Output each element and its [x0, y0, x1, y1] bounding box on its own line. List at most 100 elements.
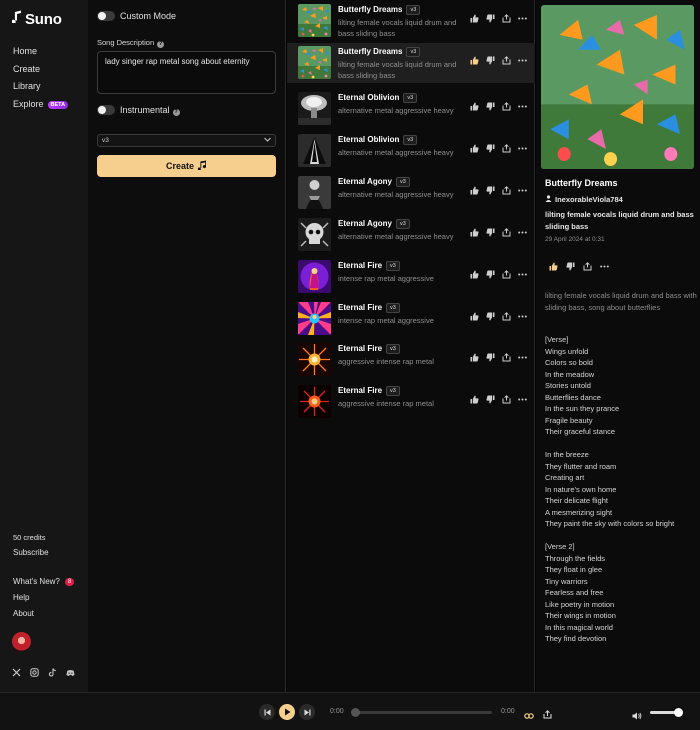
song-title[interactable]: Eternal Fire v3	[338, 386, 400, 396]
thumbs-down-icon[interactable]	[486, 270, 495, 279]
song-title[interactable]: Eternal Oblivion v3	[338, 135, 418, 145]
song-row[interactable]: Eternal Fire v3 intense rap metal aggress…	[293, 257, 535, 297]
share-icon[interactable]	[502, 56, 511, 65]
about-link[interactable]: About	[13, 609, 34, 618]
share-icon[interactable]	[502, 353, 511, 362]
song-title[interactable]: Eternal Fire v3	[338, 344, 400, 354]
nav-home[interactable]: Home	[13, 46, 37, 56]
nav-library[interactable]: Library	[13, 81, 41, 91]
progress-bar[interactable]	[351, 708, 492, 717]
create-button[interactable]: Create	[97, 155, 276, 177]
more-icon[interactable]	[518, 144, 527, 153]
thumbs-up-icon[interactable]	[470, 270, 479, 279]
more-icon[interactable]	[518, 395, 527, 404]
progress-knob[interactable]	[351, 708, 360, 717]
nav-create[interactable]: Create	[13, 64, 40, 74]
song-row[interactable]: Eternal Fire v3 aggressive intense rap me…	[293, 382, 535, 422]
instagram-icon[interactable]	[30, 668, 39, 677]
song-thumbnail[interactable]	[298, 92, 331, 125]
share-icon[interactable]	[502, 312, 511, 321]
thumbs-up-icon[interactable]	[470, 102, 479, 111]
song-title[interactable]: Eternal Fire v3	[338, 303, 400, 313]
thumbs-down-icon[interactable]	[486, 228, 495, 237]
volume-icon[interactable]	[632, 707, 642, 725]
previous-button[interactable]	[259, 704, 275, 720]
song-title[interactable]: Eternal Fire v3	[338, 261, 400, 271]
thumbs-down-icon[interactable]	[486, 312, 495, 321]
share-icon[interactable]	[502, 102, 511, 111]
tiktok-icon[interactable]	[48, 668, 57, 677]
suno-logo[interactable]: Suno	[10, 10, 62, 28]
thumbs-up-icon[interactable]	[470, 14, 479, 23]
song-title[interactable]: Butterfly Dreams v3	[338, 47, 421, 57]
subscribe-link[interactable]: Subscribe	[13, 548, 49, 557]
more-icon[interactable]	[518, 353, 527, 362]
discord-icon[interactable]	[66, 668, 75, 677]
thumbs-up-icon[interactable]	[470, 228, 479, 237]
song-thumbnail[interactable]	[298, 218, 331, 251]
song-thumbnail[interactable]	[298, 134, 331, 167]
more-icon[interactable]	[518, 228, 527, 237]
more-icon[interactable]	[518, 186, 527, 195]
help-icon[interactable]: ?	[157, 41, 165, 48]
song-title[interactable]: Butterfly Dreams v3	[338, 5, 421, 15]
more-icon[interactable]	[518, 312, 527, 321]
song-row[interactable]: Eternal Oblivion v3 alternative metal agg…	[293, 89, 535, 129]
share-icon[interactable]	[502, 186, 511, 195]
help-link[interactable]: Help	[13, 593, 29, 602]
thumbs-down-icon[interactable]	[566, 262, 575, 271]
x-icon[interactable]	[12, 668, 21, 677]
thumbs-down-icon[interactable]	[486, 353, 495, 362]
instrumental-toggle[interactable]	[97, 105, 115, 115]
song-thumbnail[interactable]	[298, 343, 331, 376]
more-icon[interactable]	[600, 262, 609, 271]
share-icon[interactable]	[502, 14, 511, 23]
share-icon[interactable]	[583, 262, 592, 271]
more-icon[interactable]	[518, 102, 527, 111]
whats-new-link[interactable]: What's New? 8	[13, 577, 75, 586]
thumbs-down-icon[interactable]	[486, 56, 495, 65]
thumbs-up-icon[interactable]	[470, 395, 479, 404]
thumbs-up-icon[interactable]	[470, 353, 479, 362]
help-icon[interactable]: ?	[172, 109, 180, 116]
share-icon[interactable]	[502, 228, 511, 237]
model-version-select[interactable]: v3	[97, 134, 276, 147]
thumbs-down-icon[interactable]	[486, 186, 495, 195]
play-button[interactable]	[279, 704, 295, 720]
song-thumbnail[interactable]	[298, 260, 331, 293]
thumbs-up-icon[interactable]	[470, 56, 479, 65]
song-title[interactable]: Eternal Oblivion v3	[338, 93, 418, 103]
song-row[interactable]: Eternal Fire v3 intense rap metal aggress…	[293, 299, 535, 339]
song-row[interactable]: Butterfly Dreams v3 lilting female vocals…	[293, 1, 535, 41]
share-icon[interactable]	[543, 706, 552, 724]
song-description-input[interactable]: lady singer rap metal song about eternit…	[97, 51, 276, 94]
more-icon[interactable]	[518, 270, 527, 279]
share-icon[interactable]	[502, 144, 511, 153]
thumbs-down-icon[interactable]	[486, 395, 495, 404]
custom-mode-toggle[interactable]	[97, 11, 115, 21]
song-row[interactable]: Eternal Fire v3 aggressive intense rap me…	[293, 340, 535, 380]
song-title[interactable]: Eternal Agony v3	[338, 177, 410, 187]
song-row[interactable]: Eternal Oblivion v3 alternative metal agg…	[293, 131, 535, 171]
volume-slider[interactable]	[650, 708, 683, 717]
thumbs-down-icon[interactable]	[486, 14, 495, 23]
more-icon[interactable]	[518, 14, 527, 23]
detail-user-link[interactable]: InexorableViola784	[545, 195, 623, 204]
song-thumbnail[interactable]	[298, 385, 331, 418]
song-row[interactable]: Eternal Agony v3 alternative metal aggres…	[293, 173, 535, 213]
song-row[interactable]: Eternal Agony v3 alternative metal aggres…	[293, 215, 535, 255]
song-thumbnail[interactable]	[298, 302, 331, 335]
thumbs-down-icon[interactable]	[486, 102, 495, 111]
thumbs-up-icon[interactable]	[470, 312, 479, 321]
share-icon[interactable]	[502, 270, 511, 279]
song-thumbnail[interactable]	[298, 46, 331, 79]
nav-explore[interactable]: Explore BETA	[13, 99, 69, 109]
thumbs-up-icon[interactable]	[470, 186, 479, 195]
thumbs-down-icon[interactable]	[486, 144, 495, 153]
thumbs-up-icon[interactable]	[470, 144, 479, 153]
repeat-icon[interactable]	[524, 707, 534, 725]
song-thumbnail[interactable]	[298, 4, 331, 37]
more-icon[interactable]	[518, 56, 527, 65]
song-thumbnail[interactable]	[298, 176, 331, 209]
thumbs-up-icon[interactable]	[549, 262, 558, 271]
